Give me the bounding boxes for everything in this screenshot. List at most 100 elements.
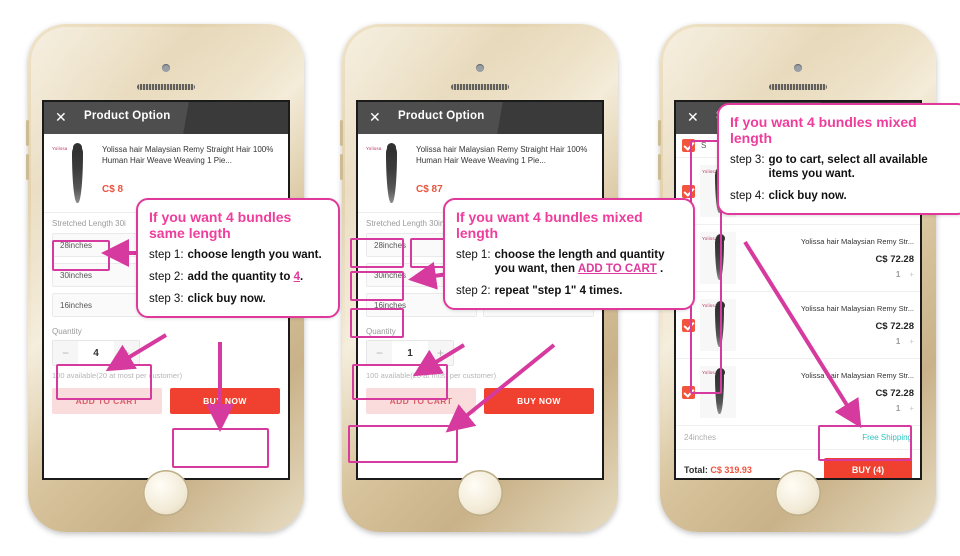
quantity-value[interactable]: 4 bbox=[78, 348, 114, 359]
hair-bundle-image bbox=[72, 143, 83, 203]
item-name: Yolissa hair Malaysian Remy Str... bbox=[800, 371, 914, 380]
close-icon[interactable]: ✕ bbox=[55, 110, 69, 124]
callout-heading: If you want 4 bundles mixed length bbox=[456, 209, 643, 241]
shipping-length: 24inches bbox=[684, 433, 717, 442]
item-price: C$ 72.28 bbox=[875, 321, 914, 332]
front-camera-icon bbox=[476, 64, 484, 72]
close-icon[interactable]: ✕ bbox=[369, 110, 383, 124]
item-price: C$ 72.28 bbox=[875, 388, 914, 399]
front-camera-icon bbox=[162, 64, 170, 72]
callout-same-length: If you want 4 bundles same length step 1… bbox=[136, 198, 340, 318]
product-thumbnail: Yolissa bbox=[366, 142, 410, 208]
buy-now-button[interactable]: BUY NOW bbox=[170, 388, 280, 414]
step-label: step 1: bbox=[456, 249, 491, 261]
product-thumbnail: Yolissa bbox=[700, 299, 736, 351]
buy-now-button[interactable]: BUY NOW bbox=[484, 388, 594, 414]
phone-shopping-cart: ✕ Shopping Cart 🗑 S Yolissa Yolissa hair… bbox=[658, 24, 936, 532]
total-value: C$ 319.93 bbox=[710, 465, 752, 475]
product-thumbnail: Yolissa bbox=[700, 366, 736, 418]
quantity-minus-button[interactable]: − bbox=[367, 341, 392, 365]
earpiece-speaker bbox=[451, 84, 509, 90]
quantity-stepper[interactable]: − 1 + bbox=[366, 340, 454, 366]
item-qty-plus: + bbox=[909, 404, 914, 413]
table-row[interactable]: Yolissa Yolissa hair Malaysian Remy Str.… bbox=[676, 225, 920, 292]
volume-down-button[interactable] bbox=[340, 154, 343, 180]
step-text: add the quantity to 4. bbox=[187, 271, 304, 283]
item-qty[interactable]: 1+ bbox=[742, 404, 914, 413]
product-price: C$ 8 bbox=[102, 184, 124, 195]
step-text: click buy now. bbox=[187, 293, 266, 305]
item-checkbox[interactable] bbox=[682, 184, 695, 198]
earpiece-speaker bbox=[137, 84, 195, 90]
step-text: repeat "step 1" 4 times. bbox=[494, 285, 623, 297]
app-bar-title: Product Option bbox=[398, 110, 485, 122]
buy-button[interactable]: BUY (4) bbox=[824, 458, 912, 478]
hair-bundle-image bbox=[715, 368, 725, 414]
table-row[interactable]: Yolissa Yolissa hair Malaysian Remy Str.… bbox=[676, 359, 920, 426]
item-qty[interactable]: 1+ bbox=[742, 337, 914, 346]
add-to-cart-button[interactable]: ADD TO CART bbox=[366, 388, 476, 414]
free-shipping-label: Free Shipping bbox=[862, 433, 912, 442]
front-camera-icon bbox=[794, 64, 802, 72]
hair-bundle-image bbox=[715, 301, 725, 347]
product-title: Yolissa hair Malaysian Remy Straight Hai… bbox=[416, 145, 588, 165]
select-all-checkbox[interactable] bbox=[682, 139, 695, 152]
callout-mixed-length-cart: If you want 4 bundles mixed length step … bbox=[717, 103, 960, 215]
brand-logo: Yolissa bbox=[52, 146, 68, 151]
callout-heading: If you want 4 bundles mixed length bbox=[730, 114, 917, 146]
highlight-add-to-cart-text: ADD TO CART bbox=[577, 263, 657, 275]
quantity-plus-button[interactable]: + bbox=[428, 341, 453, 365]
quantity-label: Quantity bbox=[366, 327, 396, 336]
action-button-row: ADD TO CART BUY NOW bbox=[44, 380, 288, 422]
quantity-stepper[interactable]: − 4 + bbox=[52, 340, 140, 366]
home-button[interactable] bbox=[143, 470, 189, 516]
product-price: C$ 87 bbox=[416, 184, 443, 195]
callout-step: step 1: choose length you want. bbox=[149, 248, 327, 262]
item-checkbox[interactable] bbox=[682, 318, 695, 332]
item-checkbox[interactable] bbox=[682, 385, 695, 399]
item-name: Yolissa hair Malaysian Remy Str... bbox=[800, 304, 914, 313]
callout-step: step 4: click buy now. bbox=[730, 189, 956, 203]
step-text: go to cart, select all available items y… bbox=[768, 154, 928, 180]
table-row[interactable]: Yolissa Yolissa hair Malaysian Remy Str.… bbox=[676, 292, 920, 359]
callout-step: step 2: repeat "step 1" 4 times. bbox=[456, 284, 682, 298]
step-text: choose length you want. bbox=[187, 249, 322, 261]
callout-mixed-length-product: If you want 4 bundles mixed length step … bbox=[443, 198, 695, 310]
callout-heading: If you want 4 bundles same length bbox=[149, 209, 292, 241]
step-text: choose the length and quantity you want,… bbox=[494, 249, 665, 275]
home-button[interactable] bbox=[775, 470, 821, 516]
availability-text: 100 available(20 at most per customer) bbox=[366, 371, 497, 380]
volume-down-button[interactable] bbox=[26, 154, 29, 180]
close-icon[interactable]: ✕ bbox=[687, 110, 701, 124]
step-label: step 1: bbox=[149, 249, 184, 261]
volume-down-button[interactable] bbox=[658, 154, 661, 180]
item-qty[interactable]: 1+ bbox=[742, 270, 914, 279]
step-text: click buy now. bbox=[768, 190, 847, 202]
add-to-cart-button[interactable]: ADD TO CART bbox=[52, 388, 162, 414]
action-button-row: ADD TO CART BUY NOW bbox=[358, 380, 602, 422]
volume-up-button[interactable] bbox=[658, 120, 661, 146]
item-info: Yolissa hair Malaysian Remy Str... C$ 72… bbox=[736, 237, 914, 279]
step-label: step 3: bbox=[730, 154, 765, 166]
step-label: step 4: bbox=[730, 190, 765, 202]
step-label: step 2: bbox=[456, 285, 491, 297]
shipping-row: 24inches Free Shipping bbox=[676, 426, 920, 450]
step-label: step 2: bbox=[149, 271, 184, 283]
item-info: Yolissa hair Malaysian Remy Str... C$ 72… bbox=[736, 304, 914, 346]
app-bar-title: Product Option bbox=[84, 110, 171, 122]
callout-step: step 1: choose the length and quantity yo… bbox=[456, 248, 682, 276]
quantity-value[interactable]: 1 bbox=[392, 348, 428, 359]
item-name: Yolissa hair Malaysian Remy Str... bbox=[800, 237, 914, 246]
quantity-minus-button[interactable]: − bbox=[53, 341, 78, 365]
quantity-plus-button[interactable]: + bbox=[114, 341, 139, 365]
brand-logo: Yolissa bbox=[366, 146, 382, 151]
volume-up-button[interactable] bbox=[340, 120, 343, 146]
item-info: Yolissa hair Malaysian Remy Str... C$ 72… bbox=[736, 371, 914, 413]
total-label: Total: C$ 319.93 bbox=[684, 465, 752, 475]
item-qty-plus: + bbox=[909, 337, 914, 346]
item-price: C$ 72.28 bbox=[875, 254, 914, 265]
home-button[interactable] bbox=[457, 470, 503, 516]
callout-step: step 3: click buy now. bbox=[149, 292, 327, 306]
app-bar: ✕ Product Option bbox=[44, 102, 288, 134]
volume-up-button[interactable] bbox=[26, 120, 29, 146]
